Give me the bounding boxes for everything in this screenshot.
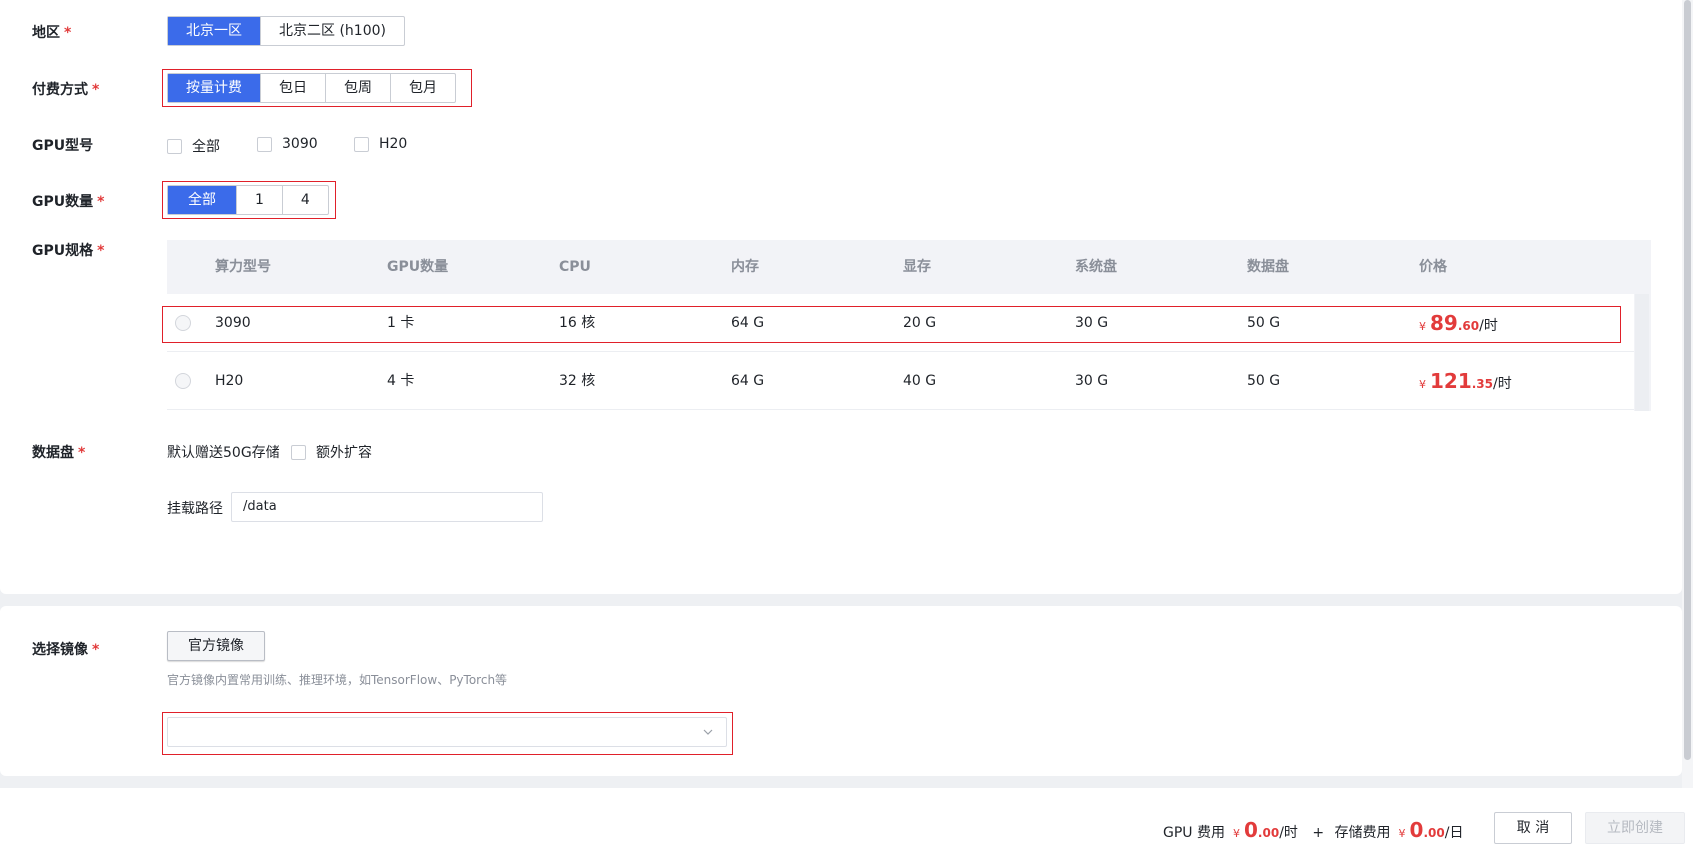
cancel-button[interactable]: 取 消	[1494, 812, 1572, 844]
data-disk-label: 数据盘 *	[32, 445, 86, 461]
column-header: 数据盘	[1247, 259, 1289, 275]
gpu-spec-label: GPU规格 *	[32, 243, 105, 259]
region-option-beijing-2[interactable]: 北京二区 (h100)	[260, 17, 404, 45]
cell-price: ¥121.35/时	[1419, 369, 1512, 393]
page-scrollbar[interactable]	[1682, 0, 1693, 788]
table-row[interactable]: H20 4 卡 32 核 64 G 40 G 30 G 50 G ¥121.35…	[167, 352, 1634, 410]
billing-option-pay-as-you-go[interactable]: 按量计费	[168, 74, 260, 102]
extra-expand-checkbox[interactable]: 额外扩容	[291, 442, 372, 462]
chevron-down-icon	[702, 726, 714, 741]
table-scrollbar[interactable]	[1634, 240, 1651, 411]
column-header: 系统盘	[1075, 259, 1117, 275]
region-selector: 北京一区 北京二区 (h100)	[167, 16, 405, 46]
storage-fee-label: 存储费用	[1334, 825, 1391, 841]
mount-path-label: 挂载路径	[167, 501, 223, 517]
billing-selector: 按量计费 包日 包周 包月	[167, 73, 456, 103]
gpu-count-option-1[interactable]: 1	[236, 186, 282, 214]
gpu-fee: GPU 费用 ¥0.00/时 + 存储费用 ¥0.00/日	[1163, 818, 1464, 842]
gpu-model-3090-checkbox[interactable]: 3090	[257, 136, 318, 152]
gpu-model-all-checkbox[interactable]: 全部	[167, 136, 220, 156]
billing-label: 付费方式 *	[32, 82, 100, 98]
region-option-beijing-1[interactable]: 北京一区	[168, 17, 260, 45]
cell-data-disk: 50 G	[1247, 373, 1281, 389]
checkbox-box[interactable]	[167, 138, 182, 154]
image-select[interactable]	[167, 717, 727, 747]
gpu-model-label: GPU型号	[32, 138, 94, 154]
column-header: GPU数量	[387, 259, 449, 275]
gpu-count-selector: 全部 1 4	[167, 185, 329, 215]
gpu-count-option-4[interactable]: 4	[281, 186, 328, 214]
gpu-count-option-all[interactable]: 全部	[168, 186, 236, 214]
checkbox-box[interactable]	[257, 136, 272, 152]
cell-gpu: 4 卡	[387, 373, 415, 389]
highlight-box-selected-row	[162, 306, 1621, 343]
row-radio[interactable]	[175, 373, 191, 389]
cell-memory: 64 G	[731, 373, 765, 389]
gpu-count-label: GPU数量 *	[32, 194, 105, 210]
table-header: 算力型号 GPU数量 CPU 内存 显存 系统盘 数据盘 价格	[167, 240, 1651, 294]
table-scrollbar-thumb[interactable]	[1635, 294, 1649, 411]
billing-option-weekly[interactable]: 包周	[325, 74, 390, 102]
image-hint: 官方镜像内置常用训练、推理环境，如TensorFlow、PyTorch等	[167, 673, 508, 687]
cell-model: H20	[215, 373, 244, 389]
region-label: 地区 *	[32, 25, 72, 41]
checkbox-box[interactable]	[354, 136, 369, 152]
billing-option-daily[interactable]: 包日	[260, 74, 325, 102]
cell-vram: 40 G	[903, 373, 937, 389]
column-header: 显存	[903, 259, 931, 275]
billing-option-monthly[interactable]: 包月	[390, 74, 455, 102]
column-header: CPU	[559, 259, 591, 275]
gpu-model-h20-checkbox[interactable]: H20	[354, 136, 407, 152]
column-header: 价格	[1419, 259, 1447, 275]
data-disk-default-text: 默认赠送50G存储	[167, 445, 280, 461]
column-header: 内存	[731, 259, 759, 275]
checkbox-box[interactable]	[291, 444, 306, 460]
plus-sign: +	[1312, 825, 1325, 841]
official-image-button[interactable]: 官方镜像	[167, 631, 265, 661]
cell-system-disk: 30 G	[1075, 373, 1109, 389]
gpu-fee-label: GPU 费用	[1163, 825, 1225, 841]
image-label: 选择镜像 *	[32, 642, 100, 658]
column-header: 算力型号	[215, 259, 271, 275]
page-scrollbar-thumb[interactable]	[1684, 0, 1691, 760]
cell-cpu: 32 核	[559, 373, 596, 389]
mount-path-input[interactable]: /data	[231, 492, 543, 522]
create-now-button[interactable]: 立即创建	[1585, 812, 1685, 844]
